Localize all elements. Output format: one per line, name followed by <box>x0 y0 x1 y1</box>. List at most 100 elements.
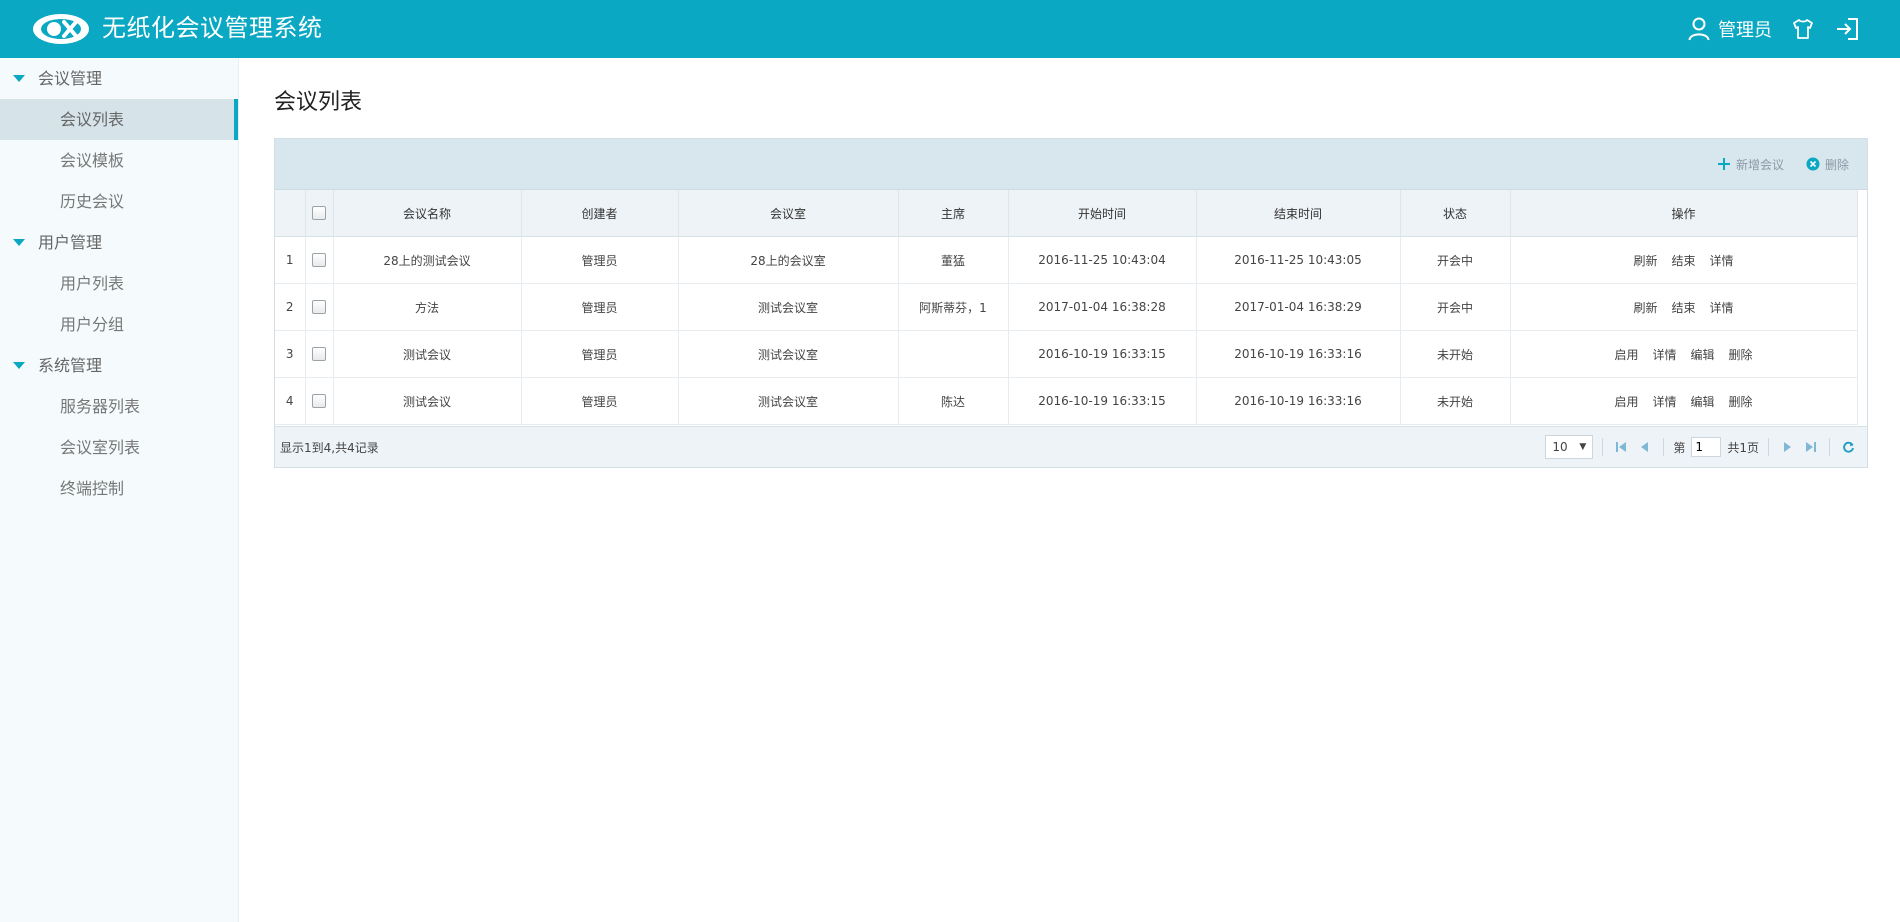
delete-button[interactable]: 删除 <box>1806 156 1849 173</box>
cell-end-time: 2016-11-25 10:43:05 <box>1196 236 1401 284</box>
refresh-link[interactable]: 刷新 <box>1633 301 1657 315</box>
app-title: 无纸化会议管理系统 <box>102 14 323 42</box>
header-status[interactable]: 状态 <box>1400 190 1511 237</box>
row-number: 4 <box>275 377 306 425</box>
refresh-icon[interactable] <box>1839 438 1857 456</box>
enable-link[interactable]: 启用 <box>1614 395 1638 409</box>
row-checkbox-cell <box>305 330 334 378</box>
cell-actions: 启用 详情 编辑 删除 <box>1510 377 1858 425</box>
table-header-row: 会议名称 创建者 会议室 主席 开始时间 结束时间 状态 操作 <box>275 190 1858 237</box>
meeting-grid-panel: 新增会议 删除 会议名称 创建者 会议室 主席 开始时间 结束时间 状态 操作 … <box>274 138 1868 468</box>
row-checkbox[interactable] <box>312 394 326 409</box>
cell-start-time: 2016-10-19 16:33:15 <box>1008 377 1197 425</box>
sidebar-item-room-list[interactable]: 会议室列表 <box>0 427 238 468</box>
row-number: 1 <box>275 236 306 284</box>
logo-icon <box>33 14 89 44</box>
header-chair[interactable]: 主席 <box>898 190 1009 237</box>
cell-start-time: 2016-10-19 16:33:15 <box>1008 330 1197 378</box>
select-all-checkbox[interactable] <box>312 206 326 221</box>
detail-link[interactable]: 详情 <box>1710 301 1734 315</box>
enable-link[interactable]: 启用 <box>1614 348 1638 362</box>
cell-name: 28上的测试会议 <box>333 236 522 284</box>
sidebar-item-terminal-control[interactable]: 终端控制 <box>0 468 238 509</box>
cell-actions: 刷新 结束 详情 <box>1510 236 1858 284</box>
page-number-input[interactable] <box>1691 437 1722 457</box>
detail-link[interactable]: 详情 <box>1652 348 1676 362</box>
header-actions[interactable]: 操作 <box>1510 190 1858 237</box>
cell-name: 方法 <box>333 283 522 331</box>
cell-room: 测试会议室 <box>678 330 899 378</box>
header-creator[interactable]: 创建者 <box>521 190 679 237</box>
sidebar-group-system[interactable]: 系统管理 <box>0 345 238 386</box>
user-menu[interactable]: 管理员 <box>1688 16 1772 42</box>
cell-room: 测试会议室 <box>678 283 899 331</box>
cell-status: 未开始 <box>1400 377 1511 425</box>
cell-room: 测试会议室 <box>678 377 899 425</box>
last-page-icon[interactable] <box>1802 438 1820 456</box>
meeting-table: 会议名称 创建者 会议室 主席 开始时间 结束时间 状态 操作 1 28上的测试… <box>275 190 1858 425</box>
table-row[interactable]: 4 测试会议 管理员 测试会议室 陈达 2016-10-19 16:33:15 … <box>275 377 1858 425</box>
cell-creator: 管理员 <box>521 330 679 378</box>
row-checkbox[interactable] <box>312 253 326 268</box>
record-info: 显示1到4,共4记录 <box>280 440 379 455</box>
cell-end-time: 2017-01-04 16:38:29 <box>1196 283 1401 331</box>
header-room[interactable]: 会议室 <box>678 190 899 237</box>
sidebar-item-user-group[interactable]: 用户分组 <box>0 304 238 345</box>
refresh-link[interactable]: 刷新 <box>1633 254 1657 268</box>
cell-room: 28上的会议室 <box>678 236 899 284</box>
cell-chair: 阿斯蒂芬，1 <box>898 283 1009 331</box>
table-row[interactable]: 1 28上的测试会议 管理员 28上的会议室 董猛 2016-11-25 10:… <box>275 236 1858 284</box>
add-meeting-button[interactable]: 新增会议 <box>1717 156 1784 173</box>
detail-link[interactable]: 详情 <box>1710 254 1734 268</box>
sidebar-group-meeting[interactable]: 会议管理 <box>0 58 238 99</box>
prev-page-icon[interactable] <box>1636 438 1654 456</box>
sidebar-group-user[interactable]: 用户管理 <box>0 222 238 263</box>
page-prefix: 第 <box>1673 440 1686 455</box>
top-header: 无纸化会议管理系统 管理员 <box>0 0 1900 58</box>
user-icon <box>1688 17 1710 41</box>
row-number: 2 <box>275 283 306 331</box>
remove-circle-icon <box>1806 157 1820 171</box>
logout-icon[interactable] <box>1834 16 1860 42</box>
table-row[interactable]: 3 测试会议 管理员 测试会议室 2016-10-19 16:33:15 201… <box>275 330 1858 378</box>
end-link[interactable]: 结束 <box>1671 254 1695 268</box>
end-link[interactable]: 结束 <box>1671 301 1695 315</box>
sidebar: 会议管理 会议列表 会议模板 历史会议 用户管理 用户列表 用户分组 系统管理 … <box>0 58 239 922</box>
sidebar-item-server-list[interactable]: 服务器列表 <box>0 386 238 427</box>
cell-name: 测试会议 <box>333 330 522 378</box>
header-start-time[interactable]: 开始时间 <box>1008 190 1197 237</box>
table-row[interactable]: 2 方法 管理员 测试会议室 阿斯蒂芬，1 2017-01-04 16:38:2… <box>275 283 1858 331</box>
row-checkbox[interactable] <box>312 347 326 362</box>
divider <box>1663 438 1665 456</box>
header-rownum <box>275 190 306 237</box>
cell-status: 未开始 <box>1400 330 1511 378</box>
edit-link[interactable]: 编辑 <box>1691 395 1715 409</box>
detail-link[interactable]: 详情 <box>1652 395 1676 409</box>
page-size-select[interactable]: 10 ▼ <box>1545 435 1594 459</box>
delete-link[interactable]: 删除 <box>1729 348 1753 362</box>
header-name[interactable]: 会议名称 <box>333 190 522 237</box>
page-total: 共1页 <box>1727 440 1759 455</box>
cell-actions: 启用 详情 编辑 删除 <box>1510 330 1858 378</box>
plus-icon <box>1717 158 1730 170</box>
shirt-icon[interactable] <box>1790 16 1816 42</box>
row-checkbox-cell <box>305 283 334 331</box>
next-page-icon[interactable] <box>1778 438 1796 456</box>
user-name: 管理员 <box>1718 20 1772 41</box>
row-checkbox-cell <box>305 236 334 284</box>
cell-actions: 刷新 结束 详情 <box>1510 283 1858 331</box>
header-end-time[interactable]: 结束时间 <box>1196 190 1401 237</box>
cell-status: 开会中 <box>1400 283 1511 331</box>
sidebar-item-meeting-template[interactable]: 会议模板 <box>0 140 238 181</box>
cell-start-time: 2016-11-25 10:43:04 <box>1008 236 1197 284</box>
row-checkbox[interactable] <box>312 300 326 315</box>
sidebar-item-history-meeting[interactable]: 历史会议 <box>0 181 238 222</box>
edit-link[interactable]: 编辑 <box>1691 348 1715 362</box>
dropdown-arrow-icon: ▼ <box>1579 442 1587 452</box>
delete-link[interactable]: 删除 <box>1729 395 1753 409</box>
first-page-icon[interactable] <box>1612 438 1630 456</box>
cell-name: 测试会议 <box>333 377 522 425</box>
divider <box>1829 438 1830 456</box>
sidebar-item-meeting-list[interactable]: 会议列表 <box>0 99 238 140</box>
sidebar-item-user-list[interactable]: 用户列表 <box>0 263 238 304</box>
